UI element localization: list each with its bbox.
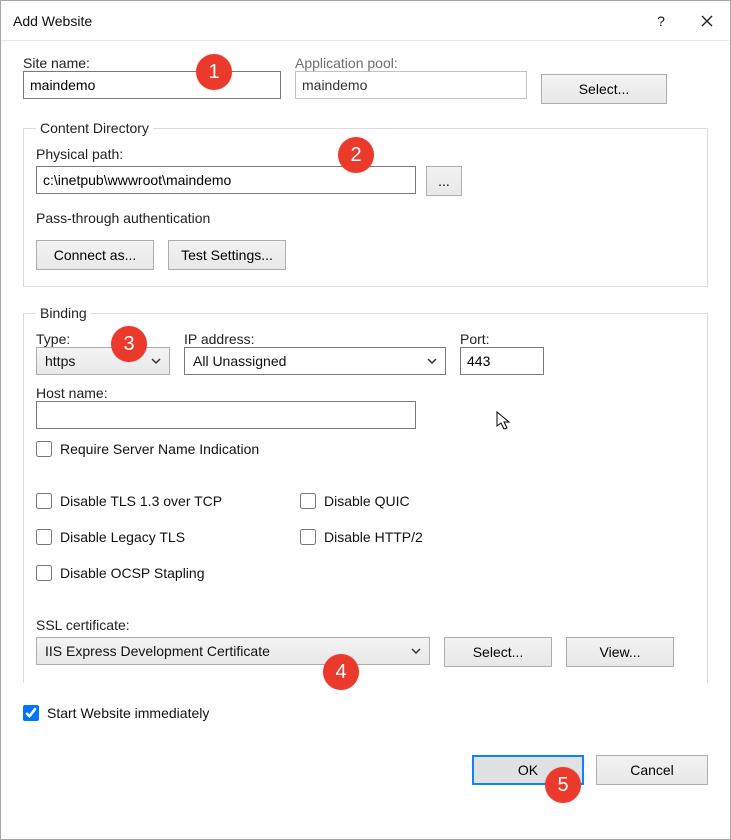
help-button[interactable]: ? [638, 1, 684, 41]
chevron-down-icon [407, 638, 425, 664]
ssl-select-button[interactable]: Select... [444, 637, 552, 667]
disable-tls13-checkbox[interactable]: Disable TLS 1.3 over TCP [36, 489, 286, 513]
window-title: Add Website [13, 13, 638, 29]
type-label: Type: [36, 331, 170, 347]
port-input[interactable] [460, 347, 544, 375]
type-dropdown[interactable]: https [36, 347, 170, 375]
disable-quic-checkbox[interactable]: Disable QUIC [300, 489, 423, 513]
content-directory-legend: Content Directory [36, 120, 153, 136]
require-sni-label: Require Server Name Indication [60, 441, 259, 457]
top-row: Site name: Application pool: maindemo Se… [23, 55, 708, 104]
close-icon [701, 15, 713, 27]
disable-legacy-checkbox[interactable]: Disable Legacy TLS [36, 525, 286, 549]
site-name-input[interactable] [23, 71, 281, 99]
cancel-button[interactable]: Cancel [596, 755, 708, 785]
test-settings-button[interactable]: Test Settings... [168, 240, 286, 270]
binding-legend: Binding [36, 305, 91, 321]
ssl-label: SSL certificate: [36, 617, 130, 633]
ip-value: All Unassigned [193, 353, 286, 369]
title-bar: Add Website ? [1, 1, 730, 41]
ssl-view-button[interactable]: View... [566, 637, 674, 667]
ip-label: IP address: [184, 331, 446, 347]
mouse-cursor-icon [496, 411, 512, 434]
annotation-marker-3: 3 [111, 326, 147, 362]
annotation-marker-4: 4 [323, 654, 359, 690]
port-label: Port: [460, 331, 544, 347]
ssl-cert-dropdown[interactable]: IIS Express Development Certificate [36, 637, 430, 665]
host-name-input[interactable] [36, 401, 416, 429]
annotation-marker-1: 1 [196, 54, 232, 90]
passthrough-label: Pass-through authentication [36, 210, 695, 226]
app-pool-label: Application pool: [295, 55, 527, 71]
site-name-label: Site name: [23, 55, 281, 71]
disable-ocsp-checkbox[interactable]: Disable OCSP Stapling [36, 561, 286, 585]
browse-button[interactable]: ... [426, 166, 462, 196]
close-button[interactable] [684, 1, 730, 41]
annotation-marker-2: 2 [338, 137, 374, 173]
disable-http2-checkbox[interactable]: Disable HTTP/2 [300, 525, 423, 549]
chevron-down-icon [423, 348, 441, 374]
connect-as-button[interactable]: Connect as... [36, 240, 154, 270]
annotation-marker-5: 5 [545, 767, 581, 803]
app-pool-value: maindemo [295, 71, 527, 99]
disable-quic-label: Disable QUIC [324, 493, 410, 509]
chevron-down-icon [147, 348, 165, 374]
start-immediately-checkbox[interactable]: Start Website immediately [23, 701, 708, 725]
disable-legacy-label: Disable Legacy TLS [60, 529, 185, 545]
ssl-cert-value: IIS Express Development Certificate [45, 643, 270, 659]
disable-tls13-label: Disable TLS 1.3 over TCP [60, 493, 222, 509]
start-immediately-label: Start Website immediately [47, 705, 209, 721]
disable-http2-label: Disable HTTP/2 [324, 529, 423, 545]
host-name-label: Host name: [36, 385, 695, 401]
ip-dropdown[interactable]: All Unassigned [184, 347, 446, 375]
require-sni-checkbox[interactable]: Require Server Name Indication [36, 437, 695, 461]
type-value: https [45, 353, 75, 369]
disable-ocsp-label: Disable OCSP Stapling [60, 565, 204, 581]
app-pool-select-button[interactable]: Select... [541, 74, 667, 104]
